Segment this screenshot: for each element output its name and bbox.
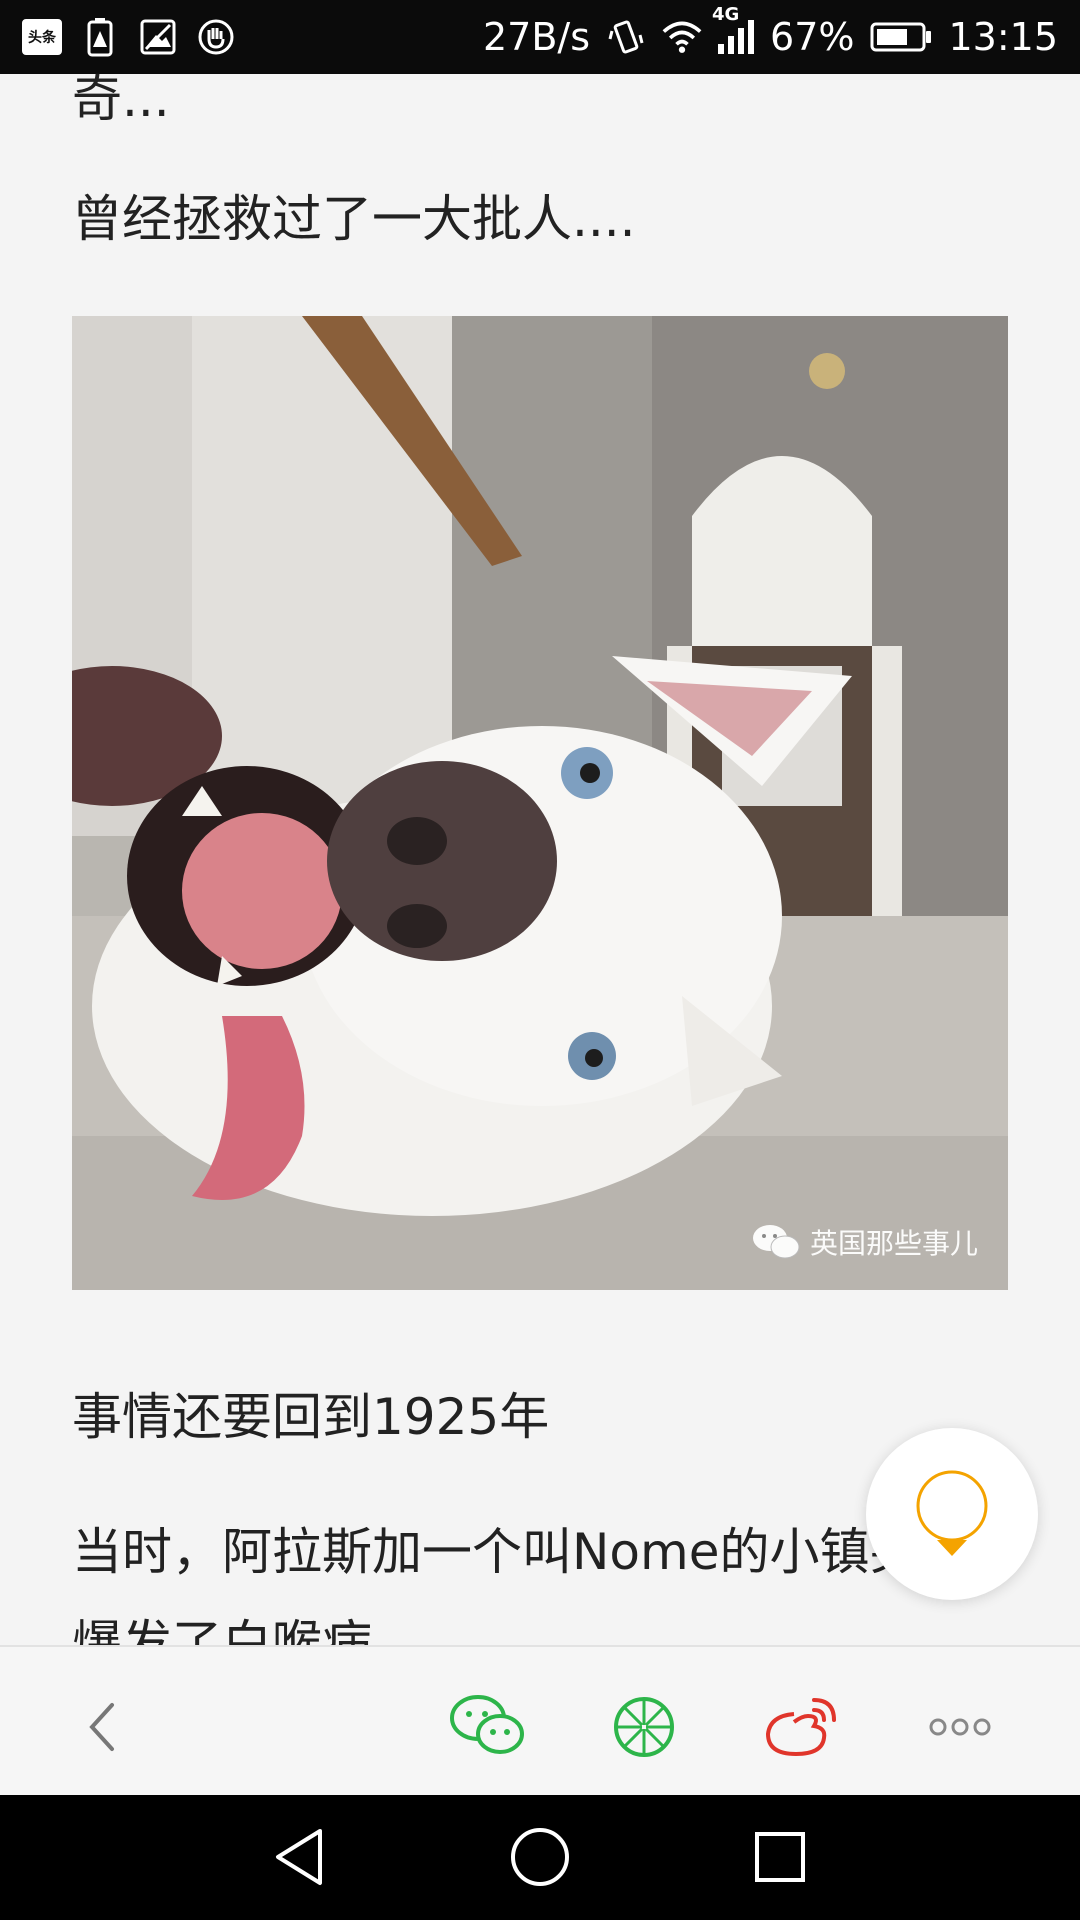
nav-home-icon: [511, 1828, 569, 1886]
share-wechat-button[interactable]: [448, 1687, 528, 1767]
image-icon: [138, 17, 178, 57]
husky-photo[interactable]: 英国那些事儿: [72, 316, 1008, 1290]
network-speed: 27B/s: [482, 15, 591, 59]
tip-floating-button[interactable]: [866, 1428, 1038, 1600]
toutiao-app-icon: 头条: [22, 19, 62, 55]
hand-icon: [196, 17, 236, 57]
vibrate-icon: [606, 17, 646, 57]
more-icon: [929, 1718, 991, 1736]
image-watermark: 英国那些事儿: [752, 1222, 978, 1262]
article-paragraph: 曾经拯救过了一大批人....: [72, 190, 636, 248]
back-icon: [89, 1703, 114, 1751]
wifi-icon: [662, 17, 702, 57]
battery-icon: [870, 17, 932, 57]
nav-home-button[interactable]: [500, 1817, 580, 1897]
wechat-icon: [450, 1695, 524, 1754]
back-button[interactable]: [62, 1687, 142, 1767]
more-options-button[interactable]: [920, 1687, 1000, 1767]
navigation-bar: [0, 1795, 1080, 1920]
article-paragraph: 事情还要回到1925年: [72, 1388, 550, 1446]
lightbulb-icon: [916, 1470, 988, 1556]
share-moments-button[interactable]: [604, 1687, 684, 1767]
share-toolbar: [0, 1645, 1080, 1795]
moments-icon: [614, 1697, 674, 1757]
nav-recents-button[interactable]: [740, 1817, 820, 1897]
battery-warning-icon: [80, 17, 120, 57]
cell-signal-icon: 4G: [712, 4, 755, 54]
watermark-text: 英国那些事儿: [809, 1227, 978, 1260]
clock: 13:15: [948, 15, 1058, 59]
share-weibo-button[interactable]: [762, 1687, 842, 1767]
network-type: 4G: [712, 4, 740, 25]
husky-photo-illustration: [72, 316, 1008, 1290]
nav-back-icon: [276, 1829, 322, 1885]
wechat-watermark-icon: [752, 1225, 800, 1259]
nav-recents-icon: [755, 1832, 805, 1882]
article-paragraph-cut: 奇...: [72, 70, 170, 128]
weibo-icon: [765, 1698, 836, 1757]
battery-percent: 67%: [770, 15, 855, 59]
nav-back-button[interactable]: [260, 1817, 340, 1897]
